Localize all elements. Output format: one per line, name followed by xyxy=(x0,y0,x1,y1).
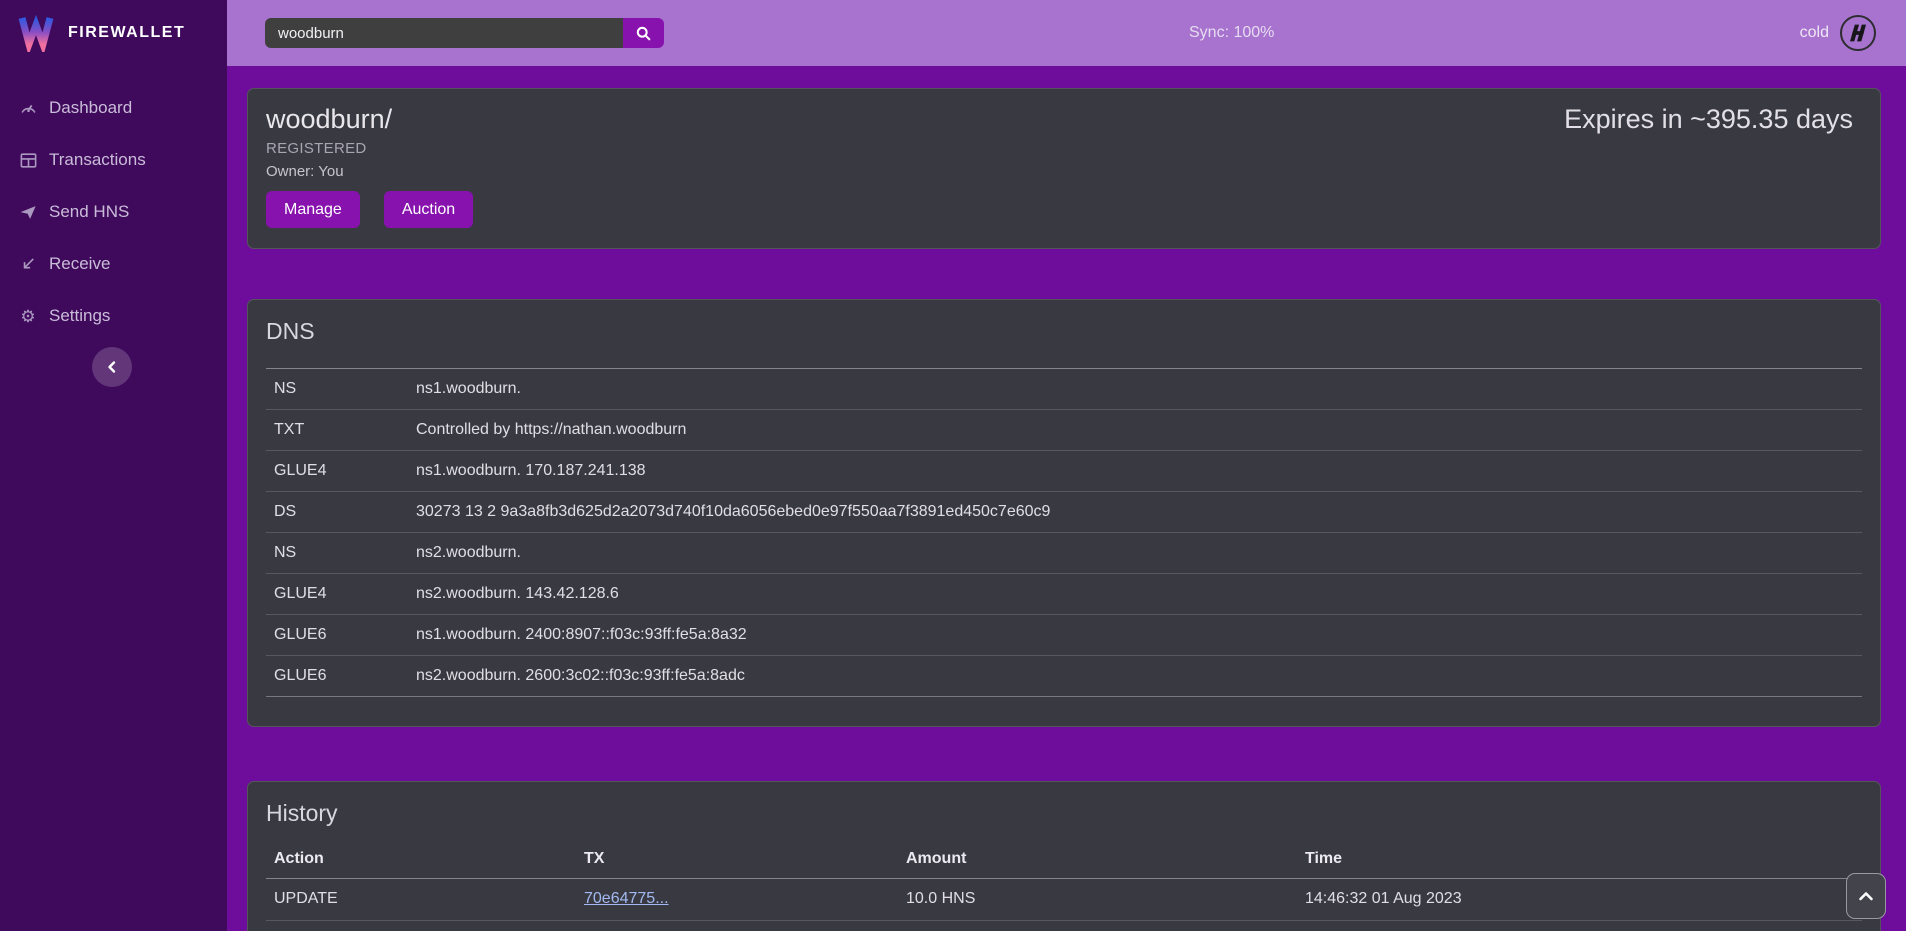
dns-record-row: DS 30273 13 2 9a3a8fb3d625d2a2073d740f10… xyxy=(266,492,1862,533)
topbar: Sync: 100% cold xyxy=(227,0,1906,66)
dns-record-row: NS ns1.woodburn. xyxy=(266,369,1862,410)
gauge-icon xyxy=(18,98,38,118)
search-icon xyxy=(635,25,652,42)
history-row: UPDATE 70e64775... 10.0 HNS 14:46:32 01 … xyxy=(266,878,1862,920)
history-header-row: Action TX Amount Time xyxy=(266,840,1862,878)
page-content: woodburn/ REGISTERED Owner: You Manage A… xyxy=(227,66,1906,931)
dns-record-type: DS xyxy=(266,492,408,533)
chevron-up-icon xyxy=(1858,890,1874,902)
history-time: 15:47:02 07 Jul 2023 xyxy=(1297,920,1862,931)
search-group xyxy=(265,18,664,48)
sidebar-item-dashboard[interactable]: Dashboard xyxy=(0,82,227,134)
search-button[interactable] xyxy=(623,18,664,48)
sync-status: Sync: 100% xyxy=(1189,0,1274,66)
sidebar: FIREWALLET Dashboard xyxy=(0,0,227,931)
dns-record-type: GLUE4 xyxy=(266,574,408,615)
brand-header: FIREWALLET xyxy=(0,0,227,66)
history-col-tx: TX xyxy=(576,840,898,878)
wallet-name: cold xyxy=(1800,24,1829,42)
history-card: History Action TX Amount Time UPDATE xyxy=(247,781,1881,931)
dns-record-type: GLUE4 xyxy=(266,451,408,492)
auction-button[interactable]: Auction xyxy=(384,191,473,228)
dns-record-value: ns1.woodburn. xyxy=(408,369,1862,410)
history-amount: 10.0 HNS xyxy=(898,920,1297,931)
tx-link[interactable]: 70e64775... xyxy=(584,890,669,907)
sidebar-item-receive[interactable]: Receive xyxy=(0,238,227,290)
sidebar-item-settings[interactable]: ⚙ Settings xyxy=(0,290,227,342)
dns-record-row: GLUE4 ns1.woodburn. 170.187.241.138 xyxy=(266,451,1862,492)
history-title: History xyxy=(266,798,1862,828)
dns-record-value: ns2.woodburn. 2600:3c02::f03c:93ff:fe5a:… xyxy=(408,656,1862,697)
sidebar-item-label: Send HNS xyxy=(49,202,129,222)
sidebar-nav: Dashboard Transactions Send HNS xyxy=(0,82,227,342)
dns-record-value: ns1.woodburn. 170.187.241.138 xyxy=(408,451,1862,492)
dns-record-row: GLUE6 ns1.woodburn. 2400:8907::f03c:93ff… xyxy=(266,615,1862,656)
sidebar-item-label: Dashboard xyxy=(49,98,132,118)
history-col-time: Time xyxy=(1297,840,1862,878)
sidebar-item-send-hns[interactable]: Send HNS xyxy=(0,186,227,238)
dns-record-row: GLUE4 ns2.woodburn. 143.42.128.6 xyxy=(266,574,1862,615)
wallet-selector[interactable]: cold xyxy=(1800,0,1876,66)
history-table: Action TX Amount Time UPDATE 70e64775...… xyxy=(266,840,1862,931)
main-area: Sync: 100% cold woodburn/ xyxy=(227,0,1906,931)
sidebar-item-label: Settings xyxy=(49,306,110,326)
domain-expiry: Expires in ~395.35 days xyxy=(1564,101,1853,137)
domain-status: REGISTERED xyxy=(266,140,1853,157)
dns-card: DNS NS ns1.woodburn. TXT Controlled by h… xyxy=(247,299,1881,727)
dns-record-type: TXT xyxy=(266,410,408,451)
search-input[interactable] xyxy=(265,18,623,48)
dns-record-type: GLUE6 xyxy=(266,656,408,697)
dns-record-value: ns2.woodburn. xyxy=(408,533,1862,574)
table-icon xyxy=(18,150,38,170)
history-col-amount: Amount xyxy=(898,840,1297,878)
dns-record-value: ns1.woodburn. 2400:8907::f03c:93ff:fe5a:… xyxy=(408,615,1862,656)
manage-button[interactable]: Manage xyxy=(266,191,360,228)
arrow-down-left-icon xyxy=(18,254,38,274)
dns-title: DNS xyxy=(266,316,1862,346)
dns-record-type: GLUE6 xyxy=(266,615,408,656)
history-col-action: Action xyxy=(266,840,576,878)
handshake-logo-icon[interactable] xyxy=(1840,15,1876,51)
dns-record-type: NS xyxy=(266,533,408,574)
sidebar-item-transactions[interactable]: Transactions xyxy=(0,134,227,186)
domain-card: woodburn/ REGISTERED Owner: You Manage A… xyxy=(247,88,1881,249)
history-row: RENEW d7b43c1... 10.0 HNS 15:47:02 07 Ju… xyxy=(266,920,1862,931)
dns-record-row: TXT Controlled by https://nathan.woodbur… xyxy=(266,410,1862,451)
app-window: FIREWALLET Dashboard xyxy=(0,0,1906,931)
scroll-to-top-button[interactable] xyxy=(1846,873,1886,919)
dns-record-row: GLUE6 ns2.woodburn. 2600:3c02::f03c:93ff… xyxy=(266,656,1862,697)
history-time: 14:46:32 01 Aug 2023 xyxy=(1297,878,1862,920)
gear-icon: ⚙ xyxy=(18,306,38,326)
dns-record-type: NS xyxy=(266,369,408,410)
firewallet-logo-icon xyxy=(16,14,56,52)
dns-records-table: NS ns1.woodburn. TXT Controlled by https… xyxy=(266,368,1862,697)
dns-record-row: NS ns2.woodburn. xyxy=(266,533,1862,574)
dns-record-value: ns2.woodburn. 143.42.128.6 xyxy=(408,574,1862,615)
sidebar-collapse-button[interactable] xyxy=(92,347,132,387)
domain-actions: Manage Auction xyxy=(266,191,1853,228)
dns-record-value: Controlled by https://nathan.woodburn xyxy=(408,410,1862,451)
sidebar-item-label: Receive xyxy=(49,254,110,274)
chevron-left-icon xyxy=(105,360,119,374)
brand-name: FIREWALLET xyxy=(68,24,185,42)
sidebar-item-label: Transactions xyxy=(49,150,146,170)
history-action: RENEW xyxy=(266,920,576,931)
history-amount: 10.0 HNS xyxy=(898,878,1297,920)
paper-plane-icon xyxy=(18,202,38,222)
history-action: UPDATE xyxy=(266,878,576,920)
dns-record-value: 30273 13 2 9a3a8fb3d625d2a2073d740f10da6… xyxy=(408,492,1862,533)
domain-owner: Owner: You xyxy=(266,163,1853,180)
